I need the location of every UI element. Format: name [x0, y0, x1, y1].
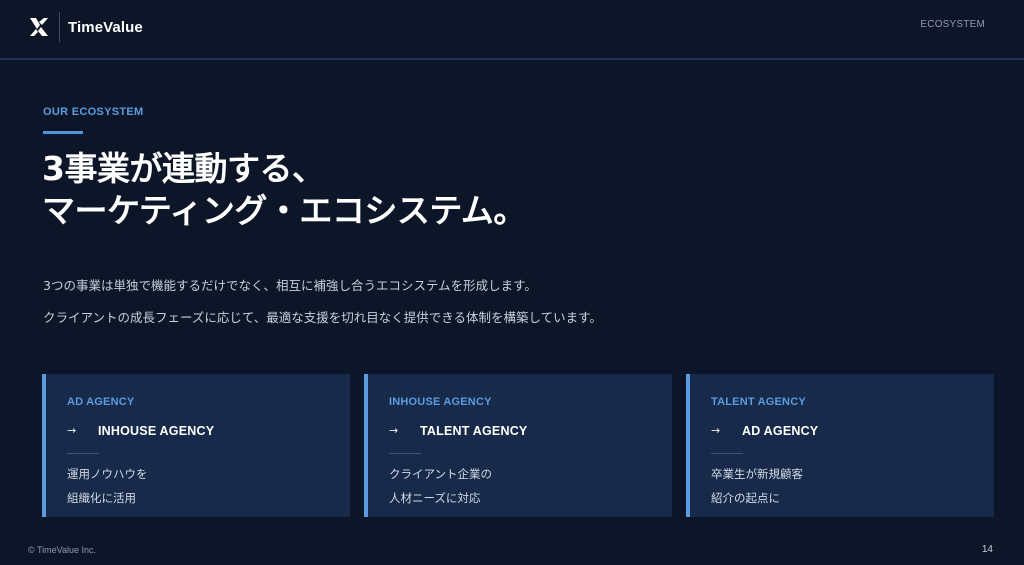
- slide-header: TimeValue ECOSYSTEM: [0, 0, 1024, 60]
- brand-name: TimeValue: [68, 18, 143, 36]
- footer-copyright: © TimeValue Inc.: [28, 545, 96, 555]
- arrow-right-icon: →: [67, 424, 77, 437]
- card-divider: [389, 453, 421, 454]
- card-description: 卒業生が新規顧客 紹介の起点に: [711, 462, 803, 510]
- brand: TimeValue: [28, 10, 143, 44]
- card-description-line-2: 人材ニーズに対応: [389, 491, 481, 505]
- brand-divider: [59, 12, 60, 42]
- kicker-accent-bar: [43, 131, 83, 134]
- page-title-line-1: 3事業が連動する、: [42, 149, 325, 188]
- card-target: INHOUSE AGENCY: [98, 424, 215, 438]
- card-description: 運用ノウハウを 組織化に活用: [67, 462, 148, 510]
- arrow-right-icon: →: [389, 424, 399, 437]
- lead-text: 3つの事業は単独で機能するだけでなく、相互に補強し合うエコシステムを形成します。…: [43, 270, 602, 334]
- card-talent-agency: TALENT AGENCY → AD AGENCY 卒業生が新規顧客 紹介の起点…: [686, 374, 994, 517]
- card-label: AD AGENCY: [67, 396, 135, 408]
- slide-page: TimeValue ECOSYSTEM OUR ECOSYSTEM 3事業が連動…: [0, 0, 1024, 565]
- card-description-line-2: 紹介の起点に: [711, 491, 780, 505]
- lead-line-1: 3つの事業は単独で機能するだけでなく、相互に補強し合うエコシステムを形成します。: [43, 278, 537, 293]
- card-label: TALENT AGENCY: [711, 396, 806, 408]
- header-section-label: ECOSYSTEM: [920, 19, 985, 30]
- card-description-line-1: 運用ノウハウを: [67, 467, 148, 481]
- ecosystem-cards: AD AGENCY → INHOUSE AGENCY 運用ノウハウを 組織化に活…: [42, 374, 994, 517]
- page-title: 3事業が連動する、 マーケティング・エコシステム。: [42, 148, 526, 232]
- card-description-line-2: 組織化に活用: [67, 491, 136, 505]
- card-target: AD AGENCY: [742, 424, 819, 438]
- timevalue-x-logo-icon: [30, 18, 48, 36]
- card-description: クライアント企業の 人材ニーズに対応: [389, 462, 492, 510]
- arrow-right-icon: →: [711, 424, 721, 437]
- card-divider: [711, 453, 743, 454]
- section-kicker: OUR ECOSYSTEM: [43, 106, 144, 118]
- card-description-line-1: 卒業生が新規顧客: [711, 467, 803, 481]
- card-description-line-1: クライアント企業の: [389, 467, 493, 481]
- card-divider: [67, 453, 99, 454]
- card-target: TALENT AGENCY: [420, 424, 528, 438]
- card-label: INHOUSE AGENCY: [389, 396, 492, 408]
- card-inhouse-agency: INHOUSE AGENCY → TALENT AGENCY クライアント企業の…: [364, 374, 672, 517]
- card-ad-agency: AD AGENCY → INHOUSE AGENCY 運用ノウハウを 組織化に活…: [42, 374, 350, 517]
- page-title-line-2: マーケティング・エコシステム。: [42, 191, 526, 230]
- lead-line-2: クライアントの成長フェーズに応じて、最適な支援を切れ目なく提供できる体制を構築し…: [43, 310, 602, 325]
- page-number: 14: [981, 544, 993, 555]
